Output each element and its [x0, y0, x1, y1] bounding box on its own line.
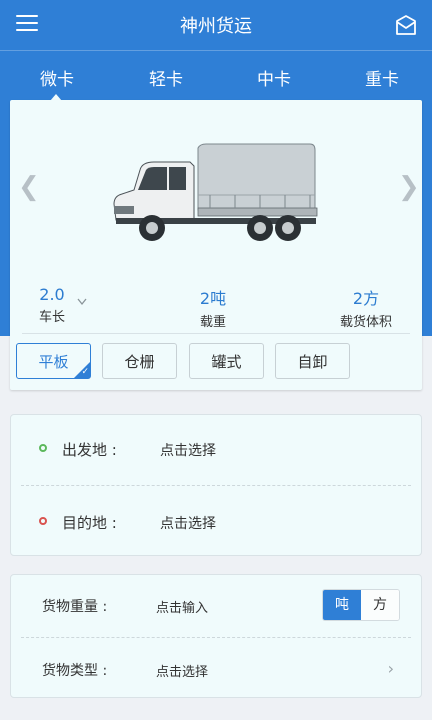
- truck-type-dump-button[interactable]: 自卸: [275, 343, 350, 379]
- destination-dot-icon: [39, 517, 47, 525]
- tab-light-truck[interactable]: 轻卡: [136, 65, 196, 90]
- destination-select[interactable]: 点击选择: [160, 513, 216, 533]
- destination-label: 目的地 :: [62, 514, 117, 532]
- truck-type-stake-button[interactable]: 仓栅: [102, 343, 177, 379]
- spec-load-value: 2吨: [199, 289, 227, 308]
- tab-heavy-truck[interactable]: 重卡: [352, 65, 412, 90]
- cargo-type-select[interactable]: 点击选择: [156, 661, 208, 680]
- weight-unit-toggle: 吨 方: [322, 589, 400, 621]
- spec-volume: 2方 载货体积: [311, 285, 421, 330]
- mail-icon[interactable]: [394, 13, 418, 37]
- spec-length-value: 2.0: [39, 285, 65, 304]
- card-divider: [22, 333, 410, 334]
- page-title: 神州货运: [180, 16, 252, 37]
- truck-image: [113, 143, 318, 241]
- spec-length-label: 车长: [38, 310, 65, 325]
- truck-size-tabs: 微卡 轻卡 中卡 重卡: [0, 50, 432, 101]
- chevron-down-icon[interactable]: [77, 298, 87, 306]
- route-divider: [21, 485, 411, 486]
- next-arrow-icon[interactable]: ❯: [398, 172, 420, 202]
- cargo-weight-input[interactable]: 点击输入: [156, 597, 208, 616]
- spec-load-label: 载重: [199, 315, 226, 330]
- check-icon: ✓: [81, 367, 89, 377]
- tab-medium-truck[interactable]: 中卡: [244, 65, 304, 90]
- origin-select[interactable]: 点击选择: [160, 440, 216, 460]
- chevron-right-icon[interactable]: ›: [388, 659, 394, 678]
- spec-volume-value: 2方: [352, 289, 380, 308]
- cargo-divider: [21, 637, 411, 638]
- unit-ton-button[interactable]: 吨: [323, 590, 361, 620]
- truck-type-flatbed-label: 平板: [38, 353, 69, 371]
- prev-arrow-icon[interactable]: ❮: [18, 172, 40, 202]
- origin-dot-icon: [39, 444, 47, 452]
- origin-label: 出发地 :: [62, 441, 117, 459]
- spec-volume-label: 载货体积: [339, 315, 392, 330]
- cargo-weight-label: 货物重量 :: [42, 599, 108, 615]
- spec-load: 2吨 载重: [158, 285, 268, 330]
- truck-type-tank-button[interactable]: 罐式: [189, 343, 264, 379]
- unit-cubic-button[interactable]: 方: [361, 590, 399, 620]
- route-panel: [10, 414, 422, 556]
- spec-length[interactable]: 2.0 车长: [0, 285, 107, 325]
- cargo-type-label: 货物类型 :: [42, 663, 108, 679]
- top-bar: 神州货运: [0, 0, 432, 50]
- tab-micro-truck[interactable]: 微卡: [27, 65, 87, 90]
- truck-type-flatbed-button[interactable]: 平板 ✓: [16, 343, 91, 379]
